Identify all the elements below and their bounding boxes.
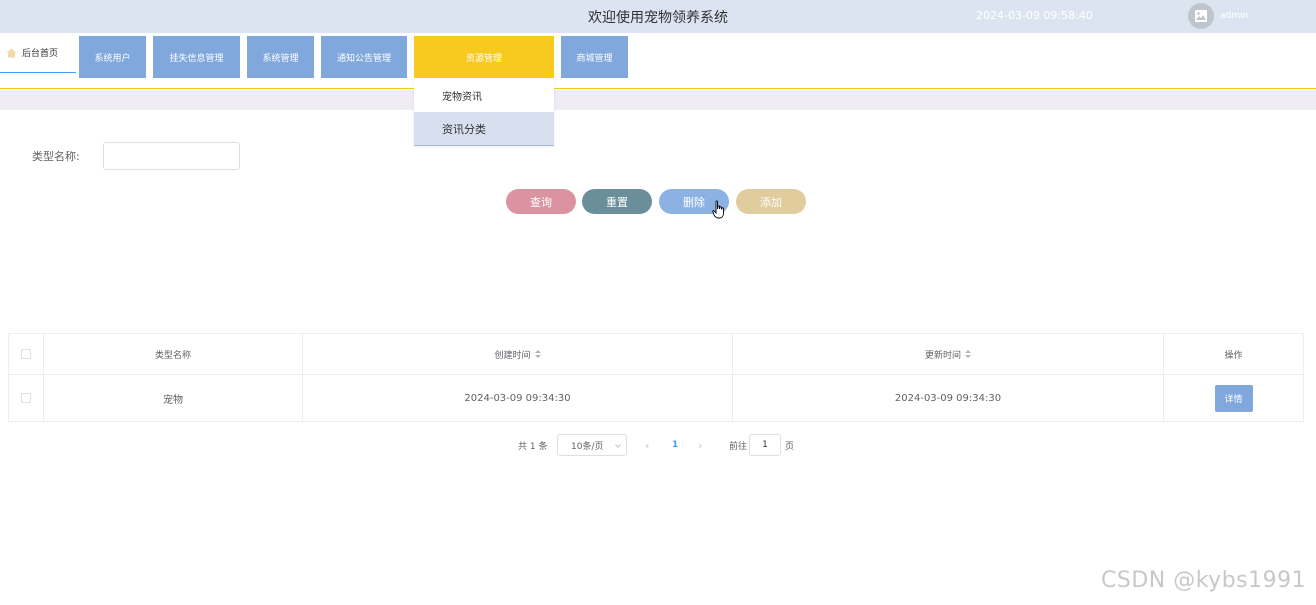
- column-created[interactable]: 创建时间: [303, 334, 733, 374]
- cell-created: 2024-03-09 09:34:30: [303, 375, 733, 421]
- menu-notice[interactable]: 通知公告管理: [321, 36, 407, 78]
- column-type-name-label: 类型名称: [154, 350, 191, 361]
- prev-page-button[interactable]: ‹: [645, 434, 649, 456]
- sub-header-bar: [0, 90, 1316, 110]
- column-actions-label: 操作: [1224, 350, 1243, 361]
- top-header: 欢迎使用宠物领养系统 2024-03-09 09:58:40 admin: [0, 0, 1316, 33]
- cell-updated: 2024-03-09 09:34:30: [733, 375, 1164, 421]
- menu-lost-info[interactable]: 挂失信息管理: [153, 36, 240, 78]
- submenu-pet-news[interactable]: 宠物资讯: [414, 78, 554, 112]
- select-all-checkbox[interactable]: [21, 349, 31, 359]
- column-actions: 操作: [1164, 334, 1303, 374]
- table-header-row: 类型名称 创建时间 更新时间 操作: [9, 334, 1303, 375]
- sort-icon[interactable]: [965, 349, 971, 359]
- home-icon: [6, 48, 17, 57]
- menu-system-users[interactable]: 系统用户: [79, 36, 146, 78]
- column-updated-label: 更新时间: [924, 350, 961, 361]
- column-created-label: 创建时间: [494, 350, 531, 361]
- goto-label: 前往: [729, 441, 748, 452]
- username[interactable]: admin: [1220, 11, 1248, 21]
- resources-dropdown: 宠物资讯 资讯分类: [414, 78, 554, 146]
- page-number-current[interactable]: 1: [672, 434, 678, 456]
- current-datetime: 2024-03-09 09:58:40: [976, 9, 1093, 22]
- column-updated[interactable]: 更新时间: [733, 334, 1164, 374]
- chevron-down-icon: [615, 442, 621, 448]
- submenu-news-category[interactable]: 资讯分类: [414, 112, 554, 146]
- menu-resources[interactable]: 资源管理: [414, 36, 554, 78]
- type-name-input[interactable]: [103, 142, 240, 170]
- add-button[interactable]: 添加: [736, 189, 806, 214]
- row-checkbox[interactable]: [21, 393, 31, 403]
- app-title: 欢迎使用宠物领养系统: [588, 10, 728, 26]
- hand-cursor-icon: [712, 200, 724, 219]
- menu-mall[interactable]: 商城管理: [561, 36, 628, 78]
- select-all-cell: [9, 334, 44, 374]
- detail-button[interactable]: 详情: [1214, 384, 1253, 412]
- sort-icon[interactable]: [534, 349, 541, 359]
- main-nav: 后台首页 系统用户 挂失信息管理 系统管理 通知公告管理 资源管理 商城管理: [0, 33, 1316, 89]
- page-unit-label: 页: [785, 441, 795, 452]
- page-size-value: 10条/页: [571, 441, 604, 452]
- reset-button[interactable]: 重置: [582, 189, 652, 214]
- cell-type-name: 宠物: [44, 375, 303, 421]
- home-tab[interactable]: 后台首页: [0, 33, 76, 73]
- type-name-label: 类型名称:: [32, 150, 80, 163]
- row-select-cell: [9, 375, 44, 421]
- pagination-total: 共 1 条: [518, 441, 548, 452]
- goto-page-input[interactable]: 1: [749, 434, 781, 456]
- query-button[interactable]: 查询: [506, 189, 576, 214]
- menu-system-management[interactable]: 系统管理: [247, 36, 314, 78]
- image-icon: [1195, 10, 1207, 22]
- table-row: 宠物 2024-03-09 09:34:30 2024-03-09 09:34:…: [9, 375, 1303, 421]
- next-page-button[interactable]: ›: [698, 434, 702, 456]
- column-type-name: 类型名称: [44, 334, 303, 374]
- cell-actions: 详情: [1164, 375, 1303, 421]
- data-table: 类型名称 创建时间 更新时间 操作 宠物 2024-03-09 09:34:30…: [8, 333, 1304, 422]
- home-tab-label: 后台首页: [22, 49, 59, 59]
- page-size-select[interactable]: 10条/页: [557, 434, 627, 456]
- watermark: CSDN @kybs1991: [1101, 568, 1307, 593]
- user-avatar[interactable]: [1188, 3, 1214, 29]
